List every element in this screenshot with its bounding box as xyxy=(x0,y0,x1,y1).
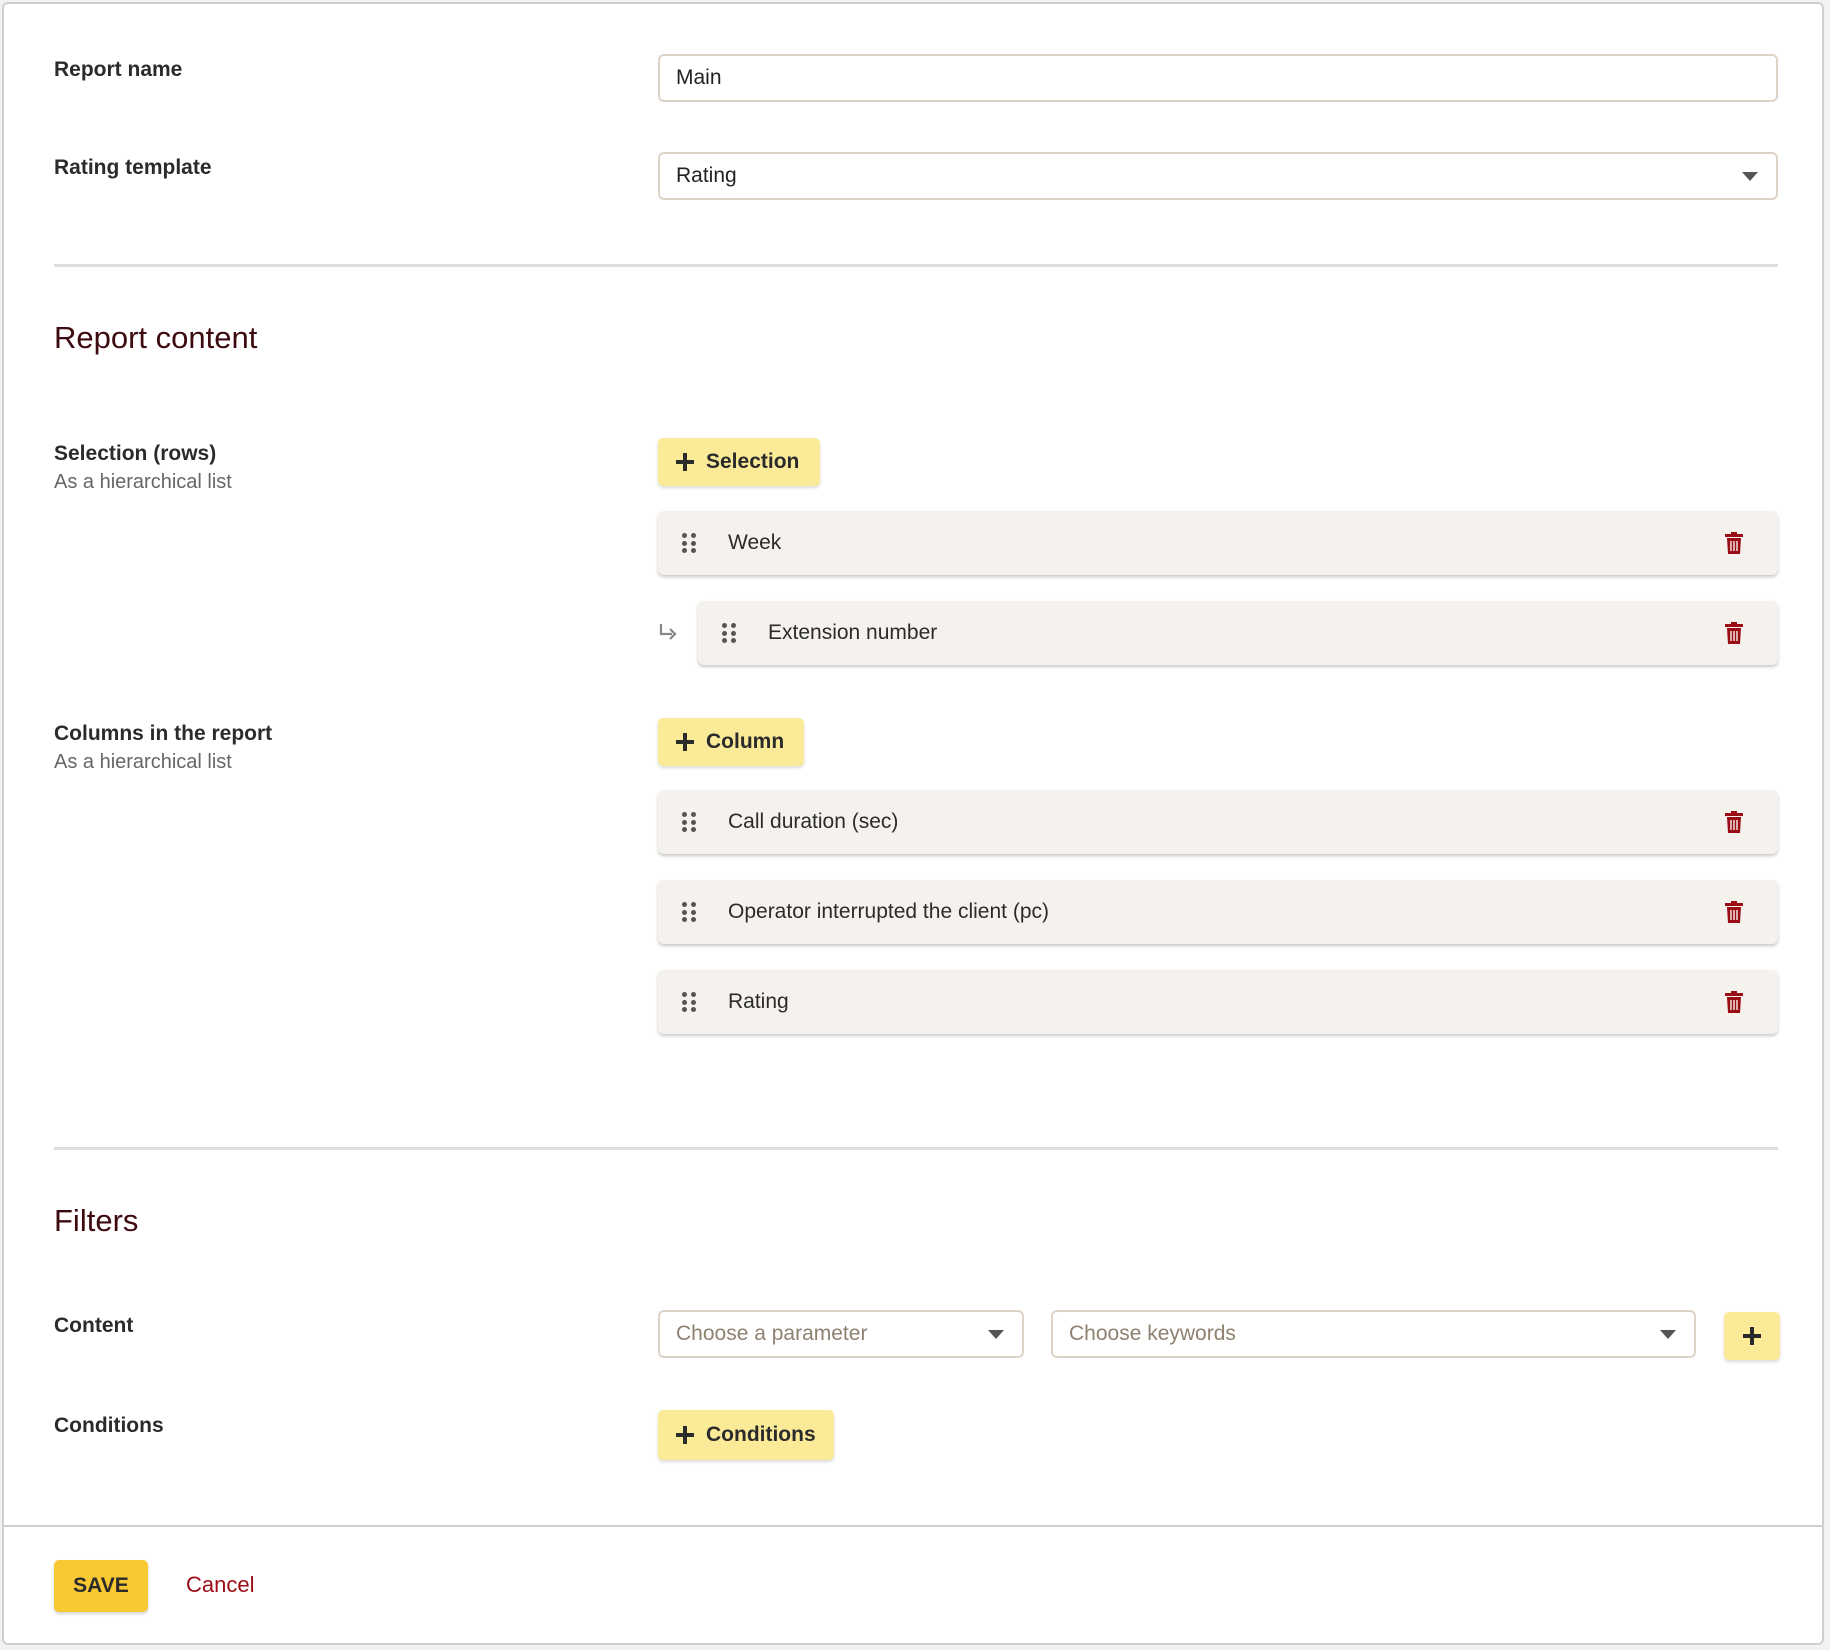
drag-handle-icon[interactable] xyxy=(722,623,736,643)
keywords-select[interactable]: Choose keywords xyxy=(1051,1310,1696,1358)
selection-item-label: Extension number xyxy=(768,621,938,644)
drag-handle-icon[interactable] xyxy=(682,992,696,1012)
trash-icon[interactable] xyxy=(1724,810,1744,834)
add-conditions-button[interactable]: Conditions xyxy=(658,1410,834,1460)
drag-handle-icon[interactable] xyxy=(682,902,696,922)
selection-item[interactable]: Week xyxy=(658,511,1778,575)
drag-handle-icon[interactable] xyxy=(682,533,696,553)
filters-heading: Filters xyxy=(54,1203,139,1238)
footer-divider xyxy=(4,1525,1822,1527)
keywords-placeholder: Choose keywords xyxy=(1069,1322,1236,1345)
column-item-label: Rating xyxy=(728,990,789,1013)
cancel-link[interactable]: Cancel xyxy=(186,1572,254,1598)
column-item-label: Operator interrupted the client (pc) xyxy=(728,900,1049,923)
drag-handle-icon[interactable] xyxy=(682,812,696,832)
column-item[interactable]: Rating xyxy=(658,970,1778,1034)
plus-icon xyxy=(676,1426,694,1444)
section-divider xyxy=(54,1147,1778,1150)
columns-label: Columns in the report xyxy=(54,722,273,745)
plus-icon xyxy=(1743,1327,1761,1345)
selection-label: Selection (rows) xyxy=(54,442,217,465)
caret-down-icon xyxy=(988,1330,1004,1339)
subdirectory-arrow-icon xyxy=(659,624,677,640)
add-conditions-label: Conditions xyxy=(706,1423,816,1446)
add-content-filter-button[interactable] xyxy=(1724,1312,1780,1360)
add-column-label: Column xyxy=(706,730,785,753)
plus-icon xyxy=(676,453,694,471)
rating-template-select[interactable]: Rating xyxy=(658,152,1778,200)
column-item-label: Call duration (sec) xyxy=(728,810,899,833)
add-selection-label: Selection xyxy=(706,450,800,473)
trash-icon[interactable] xyxy=(1724,621,1744,645)
add-selection-button[interactable]: Selection xyxy=(658,438,820,486)
selection-item-label: Week xyxy=(728,531,782,554)
content-filter-label: Content xyxy=(54,1314,134,1337)
parameter-placeholder: Choose a parameter xyxy=(676,1322,868,1345)
rating-template-label: Rating template xyxy=(54,156,212,179)
caret-down-icon xyxy=(1660,1330,1676,1339)
trash-icon[interactable] xyxy=(1724,531,1744,555)
trash-icon[interactable] xyxy=(1724,990,1744,1014)
conditions-label: Conditions xyxy=(54,1414,164,1437)
save-button[interactable]: SAVE xyxy=(54,1560,148,1612)
plus-icon xyxy=(676,733,694,751)
section-divider xyxy=(54,264,1778,267)
report-name-input[interactable]: Main xyxy=(658,54,1778,102)
column-item[interactable]: Call duration (sec) xyxy=(658,790,1778,854)
rating-template-value: Rating xyxy=(676,164,737,187)
parameter-select[interactable]: Choose a parameter xyxy=(658,1310,1024,1358)
report-name-label: Report name xyxy=(54,58,183,81)
column-item[interactable]: Operator interrupted the client (pc) xyxy=(658,880,1778,944)
caret-down-icon xyxy=(1742,172,1758,181)
report-form-card: Report name Main Rating template Rating … xyxy=(2,2,1824,1645)
selection-sublabel: As a hierarchical list xyxy=(54,471,232,493)
trash-icon[interactable] xyxy=(1724,900,1744,924)
selection-item-nested[interactable]: Extension number xyxy=(698,601,1778,665)
add-column-button[interactable]: Column xyxy=(658,718,804,766)
report-name-value: Main xyxy=(676,66,722,89)
report-content-heading: Report content xyxy=(54,320,258,355)
columns-sublabel: As a hierarchical list xyxy=(54,751,232,773)
